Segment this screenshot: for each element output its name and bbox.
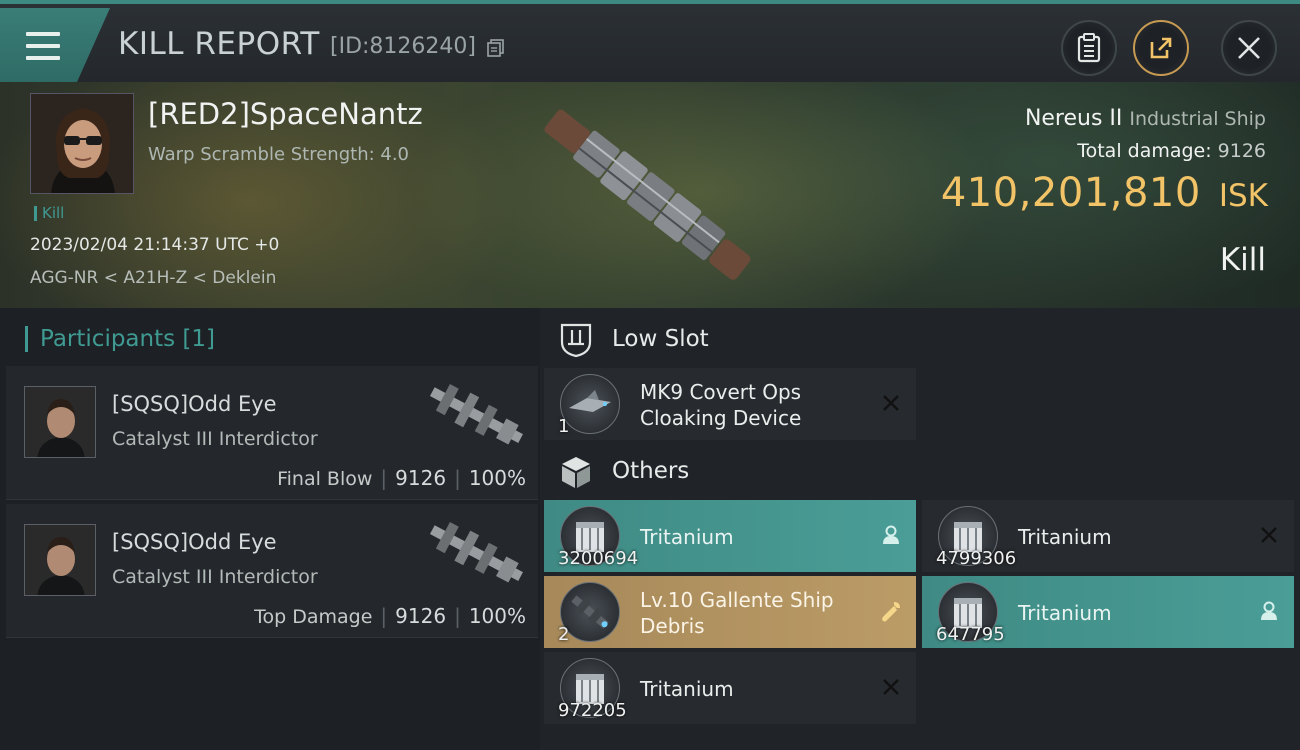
others-title: Others bbox=[612, 458, 690, 484]
item-quantity: 972205 bbox=[558, 700, 627, 721]
item-quantity: 3200694 bbox=[558, 548, 639, 569]
participant-ship: Catalyst III Interdictor bbox=[112, 566, 318, 588]
person-icon bbox=[1261, 601, 1277, 620]
item-name: Lv.10 Gallente Ship Debris bbox=[640, 588, 834, 638]
item-name: Tritanium bbox=[1018, 525, 1112, 549]
share-button[interactable] bbox=[1133, 20, 1189, 76]
isk-value: 410,201,810 bbox=[940, 170, 1201, 216]
low-slot-header: Low Slot bbox=[540, 308, 1300, 372]
isk-value-line: 410,201,810 ISK bbox=[941, 170, 1268, 216]
participant-ship-image bbox=[429, 522, 523, 583]
victim-banner: [RED2]SpaceNantz Warp Scramble Strength:… bbox=[0, 82, 1300, 308]
participant-percent: 100% bbox=[468, 604, 526, 628]
item-card[interactable]: 3200694 Tritanium bbox=[544, 500, 916, 572]
participant-damage: 9126 bbox=[395, 466, 447, 490]
warp-scramble-strength: Warp Scramble Strength: 4.0 bbox=[148, 144, 410, 165]
close-icon bbox=[1238, 37, 1260, 59]
participant-row[interactable]: [SQSQ]Odd Eye Catalyst III Interdictor T… bbox=[6, 504, 538, 638]
participant-row[interactable]: [SQSQ]Odd Eye Catalyst III Interdictor F… bbox=[6, 366, 538, 500]
victim-portrait[interactable] bbox=[30, 93, 134, 194]
victim-name[interactable]: [RED2]SpaceNantz bbox=[148, 97, 423, 131]
person-icon bbox=[883, 525, 899, 544]
others-header: Others bbox=[540, 440, 1300, 504]
participant-stats: Top Damage | 9126 | 100% bbox=[254, 604, 526, 628]
item-card[interactable]: 647795 Tritanium bbox=[922, 576, 1294, 648]
item-name: Tritanium bbox=[640, 677, 734, 701]
clipboard-icon bbox=[1077, 33, 1101, 63]
items-panel: Low Slot 1 MK9 Covert Ops Cloaking Devic… bbox=[540, 308, 1300, 750]
kill-location[interactable]: AGG-NR < A21H-Z < Deklein bbox=[30, 268, 276, 288]
cube-icon bbox=[562, 457, 590, 488]
total-damage-line: Total damage: 9126 bbox=[1077, 140, 1266, 162]
participants-header[interactable]: Participants [1] bbox=[25, 326, 215, 352]
close-icon bbox=[883, 679, 899, 695]
clipboard-button[interactable] bbox=[1061, 20, 1117, 76]
low-slot-icon bbox=[560, 323, 592, 358]
item-quantity: 2 bbox=[558, 624, 570, 645]
kill-status: Kill bbox=[1219, 242, 1266, 278]
participant-portrait[interactable] bbox=[24, 524, 96, 596]
total-damage-label: Total damage: bbox=[1077, 140, 1212, 162]
participant-portrait[interactable] bbox=[24, 386, 96, 458]
close-icon bbox=[1261, 527, 1277, 543]
participant-percent: 100% bbox=[468, 466, 526, 490]
close-button[interactable] bbox=[1221, 20, 1277, 76]
participant-damage: 9126 bbox=[395, 604, 447, 628]
item-name: Tritanium bbox=[640, 525, 734, 549]
copy-icon[interactable] bbox=[487, 39, 505, 57]
report-id: [ID:8126240] bbox=[330, 34, 476, 59]
kill-tag: Kill bbox=[34, 206, 64, 221]
menu-button[interactable] bbox=[0, 8, 110, 82]
wrench-icon bbox=[882, 602, 900, 622]
item-quantity: 647795 bbox=[936, 624, 1005, 645]
participant-role: Final Blow bbox=[277, 468, 373, 490]
kill-timestamp: 2023/02/04 21:14:37 UTC +0 bbox=[30, 235, 280, 255]
victim-ship-class: Industrial Ship bbox=[1129, 108, 1266, 130]
kill-report-header: KILL REPORT [ID:8126240] bbox=[0, 0, 1300, 82]
share-icon bbox=[1150, 37, 1172, 59]
participant-ship: Catalyst III Interdictor bbox=[112, 428, 318, 450]
victim-ship-image bbox=[544, 109, 751, 280]
hamburger-icon bbox=[26, 32, 60, 60]
participant-role: Top Damage bbox=[254, 606, 373, 628]
participants-panel: Participants [1] [SQSQ]Odd Eye Catalyst … bbox=[0, 308, 540, 750]
item-name: Tritanium bbox=[1018, 601, 1112, 625]
item-card[interactable]: 972205 Tritanium bbox=[544, 652, 916, 724]
participant-name[interactable]: [SQSQ]Odd Eye bbox=[112, 530, 277, 554]
item-card[interactable]: 4799306 Tritanium bbox=[922, 500, 1294, 572]
item-quantity: 4799306 bbox=[936, 548, 1017, 569]
victim-ship-name[interactable]: Nereus II bbox=[1025, 106, 1122, 131]
close-icon bbox=[883, 395, 899, 411]
item-card[interactable]: 2 Lv.10 Gallente Ship Debris bbox=[544, 576, 916, 648]
participant-name[interactable]: [SQSQ]Odd Eye bbox=[112, 392, 277, 416]
participant-ship-image bbox=[429, 384, 523, 445]
item-card[interactable]: 1 MK9 Covert Ops Cloaking Device bbox=[544, 368, 916, 440]
total-damage-value: 9126 bbox=[1217, 140, 1266, 162]
participant-stats: Final Blow | 9126 | 100% bbox=[277, 466, 526, 490]
isk-unit: ISK bbox=[1218, 178, 1268, 214]
low-slot-title: Low Slot bbox=[612, 326, 709, 352]
item-quantity: 1 bbox=[558, 416, 570, 437]
victim-ship-line: Nereus II Industrial Ship bbox=[1025, 106, 1266, 131]
item-name: MK9 Covert Ops Cloaking Device bbox=[640, 380, 802, 430]
page-title: KILL REPORT bbox=[118, 26, 320, 62]
